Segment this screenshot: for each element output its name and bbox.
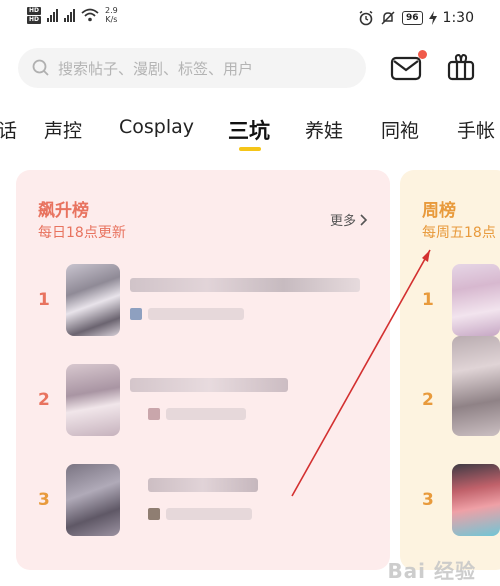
net-speed-value: 2.9: [105, 6, 118, 15]
mail-icon[interactable]: [390, 54, 422, 82]
net-speed: 2.9 K/s: [105, 6, 118, 24]
status-bar: HD HD 2.9 K/s 96 1:30: [0, 0, 500, 40]
rank-number: 3: [38, 490, 50, 510]
author-avatar-blurred: [148, 408, 160, 420]
search-input[interactable]: 搜索帖子、漫剧、标签、用户: [18, 48, 366, 88]
post-title-blurred: [130, 378, 288, 392]
chevron-right-icon: [360, 213, 368, 226]
author-name-blurred: [166, 508, 252, 520]
rank-item[interactable]: 3: [400, 464, 500, 536]
more-link[interactable]: 更多: [330, 210, 368, 229]
gift-icon[interactable]: [446, 52, 476, 82]
post-thumbnail[interactable]: [66, 264, 120, 336]
tab-voice[interactable]: 声控: [44, 116, 82, 143]
author-name-blurred: [148, 308, 244, 320]
category-tabs: 话 声控 Cosplay 三坑 养娃 同袍 手帐: [0, 110, 500, 154]
signal-icon-1: [47, 8, 59, 22]
status-left: HD HD 2.9 K/s: [27, 6, 118, 24]
battery-indicator: 96: [402, 11, 423, 25]
rank-number: 3: [422, 490, 434, 510]
author-avatar-blurred: [130, 308, 142, 320]
rank-item[interactable]: 2: [400, 336, 500, 436]
rank-number: 2: [422, 390, 434, 410]
tab-partial[interactable]: 话: [0, 116, 17, 143]
watermark: Bai 经验: [387, 559, 476, 583]
rank-number: 1: [38, 290, 50, 310]
post-title-blurred: [148, 478, 258, 492]
status-right: 96 1:30: [358, 10, 474, 26]
card-subtitle: 每周五18点: [422, 225, 496, 241]
notification-dot: [418, 50, 427, 59]
tab-sankeng[interactable]: 三坑: [228, 115, 270, 145]
hd-indicators: HD HD: [27, 6, 42, 24]
net-speed-unit: K/s: [105, 15, 118, 24]
tab-tongpao[interactable]: 同袍: [381, 116, 419, 143]
rank-item[interactable]: 3: [16, 464, 390, 536]
author-name-blurred: [166, 408, 246, 420]
post-thumbnail[interactable]: [66, 464, 120, 536]
signal-icon-2: [64, 8, 76, 22]
tab-yangwa[interactable]: 养娃: [305, 116, 343, 143]
weekly-rank-card[interactable]: 周榜 每周五18点 1 2 3: [400, 170, 500, 570]
post-thumbnail[interactable]: [452, 464, 500, 536]
rising-rank-card[interactable]: 飙升榜 每日18点更新 更多 1 2 3: [16, 170, 390, 570]
post-thumbnail[interactable]: [452, 336, 500, 436]
rank-number: 1: [422, 290, 434, 310]
rank-item[interactable]: 1: [16, 264, 390, 336]
more-label: 更多: [329, 214, 356, 229]
charging-icon: [428, 11, 437, 25]
hd-badge-1: HD: [27, 6, 42, 15]
author-avatar-blurred: [148, 508, 160, 520]
rank-item[interactable]: 2: [16, 364, 390, 436]
active-tab-indicator: [239, 147, 261, 151]
search-icon: [32, 59, 49, 76]
rank-item[interactable]: 1: [400, 264, 500, 336]
clock: 1:30: [442, 10, 474, 26]
post-title-blurred: [130, 278, 360, 292]
hd-badge-2: HD: [27, 15, 42, 24]
post-thumbnail[interactable]: [66, 364, 120, 436]
tab-shouzhang[interactable]: 手帐: [457, 116, 495, 143]
mute-bell-icon: [381, 11, 395, 25]
card-title: 飙升榜: [38, 201, 89, 221]
search-placeholder: 搜索帖子、漫剧、标签、用户: [58, 59, 254, 78]
card-title: 周榜: [422, 201, 456, 221]
tab-cosplay[interactable]: Cosplay: [119, 116, 194, 138]
card-subtitle: 每日18点更新: [38, 225, 126, 241]
wifi-icon: [81, 8, 99, 22]
rank-number: 2: [38, 390, 50, 410]
post-thumbnail[interactable]: [452, 264, 500, 336]
alarm-icon: [359, 10, 373, 26]
